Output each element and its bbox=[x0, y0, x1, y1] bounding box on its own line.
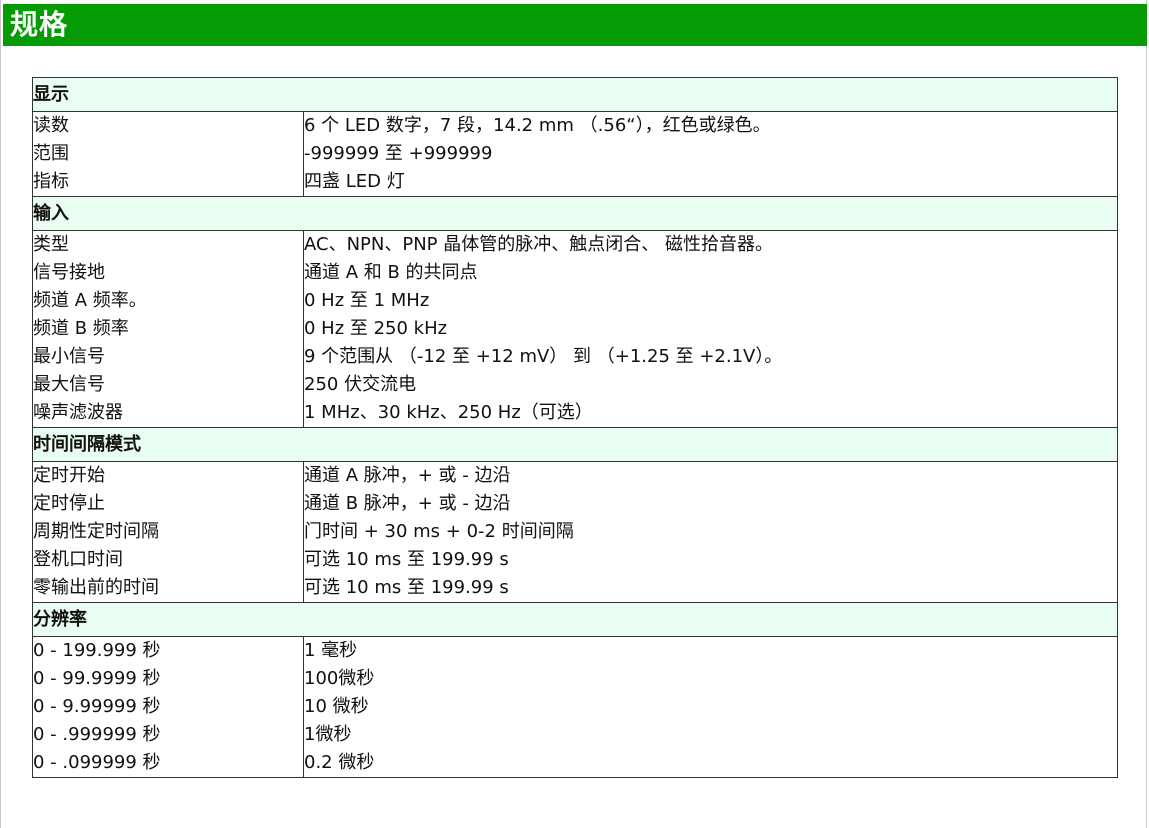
section-body-resolution: 0 - 199.999 秒 0 - 99.9999 秒 0 - 9.99999 … bbox=[32, 636, 1118, 778]
spec-value: 可选 10 ms 至 199.99 s bbox=[304, 549, 509, 570]
spec-value: 250 伏交流电 bbox=[304, 374, 417, 395]
section-header-input: 输入 bbox=[32, 196, 1118, 231]
spec-label: 指标 bbox=[33, 171, 69, 192]
spec-label: 信号接地 bbox=[33, 262, 105, 283]
spec-value: 门时间 + 30 ms + 0-2 时间间隔 bbox=[304, 521, 574, 542]
spec-label: 噪声滤波器 bbox=[33, 402, 123, 423]
label-cell: 类型 信号接地 频道 A 频率。 频道 B 频率 最小信号 最大信号 噪声滤波器 bbox=[32, 230, 304, 428]
label-cell: 读数 范围 指标 bbox=[32, 111, 304, 197]
spec-label: 0 - 99.9999 秒 bbox=[33, 668, 161, 689]
section-title: 输入 bbox=[32, 196, 1118, 231]
spec-label: 定时停止 bbox=[33, 493, 105, 514]
page-title: 规格 bbox=[10, 8, 69, 41]
spec-value: 1 毫秒 bbox=[304, 640, 358, 661]
spec-value: 9 个范围从 （-12 至 +12 mV） 到 （+1.25 至 +2.1V）。 bbox=[304, 346, 783, 367]
spec-value: 四盏 LED 灯 bbox=[304, 171, 405, 192]
spec-value: -999999 至 +999999 bbox=[304, 143, 493, 164]
spec-label: 频道 A 频率。 bbox=[33, 290, 147, 311]
value-cell: 1 毫秒 100微秒 10 微秒 1微秒 0.2 微秒 bbox=[303, 636, 1118, 778]
value-cell: 通道 A 脉冲，+ 或 - 边沿 通道 B 脉冲，+ 或 - 边沿 门时间 + … bbox=[303, 461, 1118, 603]
spec-value: 6 个 LED 数字，7 段，14.2 mm （.56“），红色或绿色。 bbox=[304, 115, 771, 136]
spec-value: 1 MHz、30 kHz、250 Hz（可选） bbox=[304, 402, 593, 423]
spec-label: 0 - .999999 秒 bbox=[33, 724, 161, 745]
spec-label: 0 - 199.999 秒 bbox=[33, 640, 161, 661]
spec-value: 0.2 微秒 bbox=[304, 752, 375, 773]
label-cell: 0 - 199.999 秒 0 - 99.9999 秒 0 - 9.99999 … bbox=[32, 636, 304, 778]
spec-label: 最大信号 bbox=[33, 374, 105, 395]
spec-value: 通道 B 脉冲，+ 或 - 边沿 bbox=[304, 493, 511, 514]
section-header-time-interval-mode: 时间间隔模式 bbox=[32, 427, 1118, 462]
value-cell: 6 个 LED 数字，7 段，14.2 mm （.56“），红色或绿色。 -99… bbox=[303, 111, 1118, 197]
section-body-input: 类型 信号接地 频道 A 频率。 频道 B 频率 最小信号 最大信号 噪声滤波器… bbox=[32, 230, 1118, 428]
label-cell: 定时开始 定时停止 周期性定时间隔 登机口时间 零输出前的时间 bbox=[32, 461, 304, 603]
spec-label: 定时开始 bbox=[33, 465, 105, 486]
spec-value: 通道 A 和 B 的共同点 bbox=[304, 262, 478, 283]
value-cell: AC、NPN、PNP 晶体管的脉冲、触点闭合、 磁性拾音器。 通道 A 和 B … bbox=[303, 230, 1118, 428]
section-title: 时间间隔模式 bbox=[32, 427, 1118, 462]
spec-value: 可选 10 ms 至 199.99 s bbox=[304, 577, 509, 598]
spec-value: 通道 A 脉冲，+ 或 - 边沿 bbox=[304, 465, 511, 486]
spec-label: 频道 B 频率 bbox=[33, 318, 129, 339]
page-title-bar: 规格 bbox=[3, 4, 1147, 46]
spec-value: 0 Hz 至 1 MHz bbox=[304, 290, 430, 311]
spec-table: 显示 读数 范围 指标 6 个 LED 数字，7 段，14.2 mm （.56“… bbox=[32, 77, 1118, 778]
spec-value: 0 Hz 至 250 kHz bbox=[304, 318, 448, 339]
section-header-display: 显示 bbox=[32, 77, 1118, 112]
spec-label: 0 - 9.99999 秒 bbox=[33, 696, 161, 717]
spec-label: 类型 bbox=[33, 234, 69, 255]
section-title: 显示 bbox=[32, 77, 1118, 112]
section-header-resolution: 分辨率 bbox=[32, 602, 1118, 637]
spec-label: 0 - .099999 秒 bbox=[33, 752, 161, 773]
spec-value: AC、NPN、PNP 晶体管的脉冲、触点闭合、 磁性拾音器。 bbox=[304, 234, 773, 255]
spec-label: 范围 bbox=[33, 143, 69, 164]
spec-label: 最小信号 bbox=[33, 346, 105, 367]
spec-label: 周期性定时间隔 bbox=[33, 521, 159, 542]
spec-value: 10 微秒 bbox=[304, 696, 369, 717]
section-body-time-interval-mode: 定时开始 定时停止 周期性定时间隔 登机口时间 零输出前的时间 通道 A 脉冲，… bbox=[32, 461, 1118, 603]
spec-label: 读数 bbox=[33, 115, 69, 136]
section-body-display: 读数 范围 指标 6 个 LED 数字，7 段，14.2 mm （.56“），红… bbox=[32, 111, 1118, 197]
section-title: 分辨率 bbox=[32, 602, 1118, 637]
spec-label: 零输出前的时间 bbox=[33, 577, 159, 598]
spec-value: 100微秒 bbox=[304, 668, 375, 689]
spec-value: 1微秒 bbox=[304, 724, 352, 745]
spec-label: 登机口时间 bbox=[33, 549, 123, 570]
